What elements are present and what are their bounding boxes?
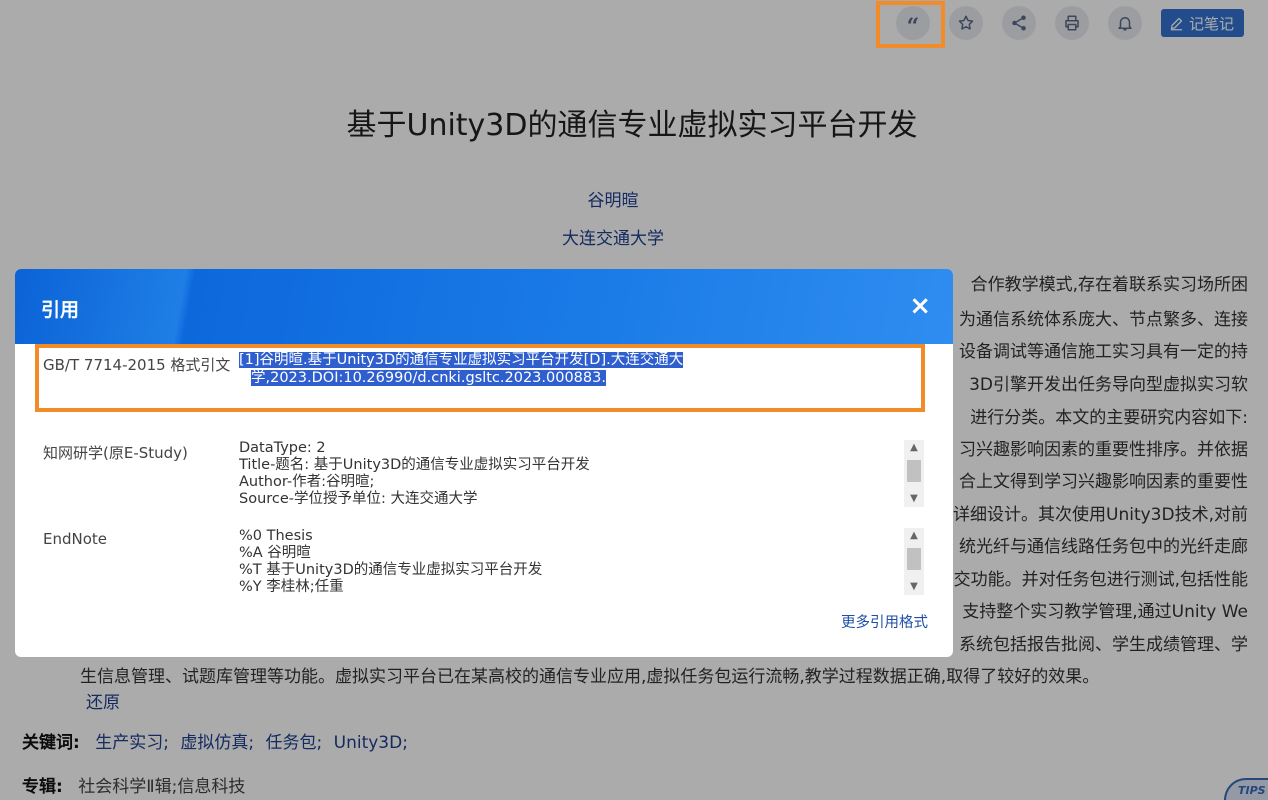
scroll-down-icon[interactable]: ▼ bbox=[904, 579, 924, 595]
estudy-citation-box[interactable]: DataType: 2 Title-题名: 基于Unity3D的通信专业虚拟实习… bbox=[239, 440, 925, 512]
more-citation-formats-link[interactable]: 更多引用格式 bbox=[841, 611, 928, 632]
gbt-citation-text[interactable]: [1]谷明暄.基于Unity3D的通信专业虚拟实习平台开发[D].大连交通大 学… bbox=[239, 351, 709, 387]
estudy-line: Source-学位授予单位: 大连交通大学 bbox=[239, 491, 478, 507]
endnote-line: %Y 李桂林;任重 bbox=[239, 579, 344, 595]
scroll-down-icon[interactable]: ▼ bbox=[904, 491, 924, 507]
scroll-thumb[interactable] bbox=[907, 548, 921, 570]
dialog-header: 引用 × bbox=[15, 269, 953, 344]
estudy-line: Title-题名: 基于Unity3D的通信专业虚拟实习平台开发 bbox=[239, 457, 590, 473]
gbt-citation-line: 学,2023.DOI:10.26990/d.cnki.gsltc.2023.00… bbox=[251, 370, 606, 386]
scroll-up-icon[interactable]: ▲ bbox=[904, 528, 924, 544]
endnote-scrollbar[interactable]: ▲ ▼ bbox=[904, 528, 924, 595]
estudy-line: Author-作者:谷明暄; bbox=[239, 474, 375, 490]
scroll-up-icon[interactable]: ▲ bbox=[904, 440, 924, 456]
close-icon[interactable]: × bbox=[909, 293, 931, 319]
endnote-line: %A 谷明暄 bbox=[239, 545, 311, 561]
endnote-line: %0 Thesis bbox=[239, 528, 313, 544]
gbt-citation-line: [1]谷明暄.基于Unity3D的通信专业虚拟实习平台开发[D].大连交通大 bbox=[239, 352, 684, 368]
gbt-format-label: GB/T 7714-2015 格式引文 bbox=[43, 356, 231, 374]
citation-dialog: 引用 × GB/T 7714-2015 格式引文 [1]谷明暄.基于Unity3… bbox=[15, 269, 953, 657]
scroll-thumb[interactable] bbox=[907, 460, 921, 482]
estudy-format-label: 知网研学(原E-Study) bbox=[43, 444, 188, 462]
dialog-title: 引用 bbox=[41, 299, 80, 321]
endnote-citation-box[interactable]: %0 Thesis %A 谷明暄 %T 基于Unity3D的通信专业虚拟实习平台… bbox=[239, 528, 925, 600]
estudy-scrollbar[interactable]: ▲ ▼ bbox=[904, 440, 924, 507]
endnote-format-label: EndNote bbox=[43, 530, 108, 548]
estudy-line: DataType: 2 bbox=[239, 440, 326, 456]
endnote-line: %T 基于Unity3D的通信专业虚拟实习平台开发 bbox=[239, 562, 543, 578]
